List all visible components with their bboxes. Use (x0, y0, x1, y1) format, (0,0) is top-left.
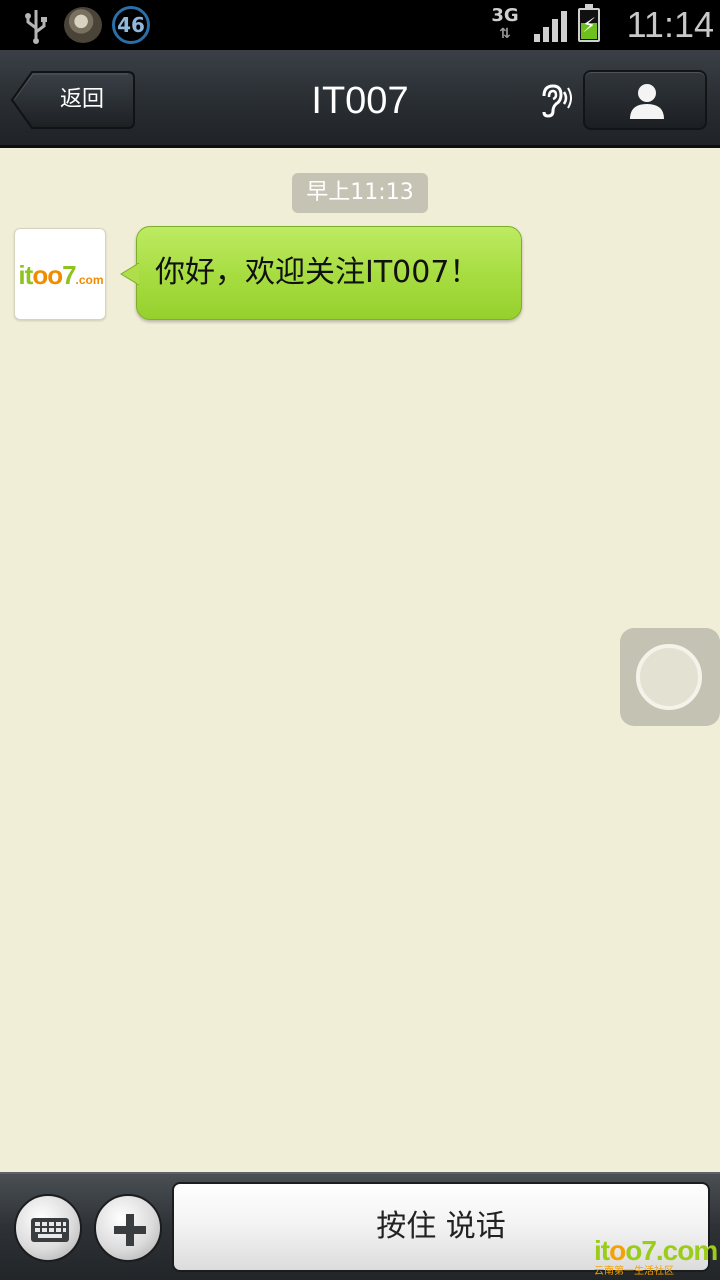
watermark-part-b: o (609, 1235, 626, 1266)
watermark-part-a: it (594, 1235, 610, 1266)
logo-part-com: .com (75, 273, 104, 287)
signal-icon (534, 11, 567, 42)
profile-button[interactable] (583, 70, 707, 130)
logo-part-oo: oo (32, 260, 63, 290)
more-options-button[interactable] (94, 1194, 162, 1262)
chat-area[interactable]: 早上11:13 itoo7.com 你好，欢迎关注IT007！ (0, 148, 720, 1172)
watermark-part-c: o7.com (625, 1235, 718, 1266)
logo-part-it: it (18, 260, 33, 290)
message-timestamp: 早上11:13 (292, 173, 428, 213)
person-icon (630, 84, 664, 119)
logo-part-7: 7 (62, 260, 77, 290)
message-bubble[interactable]: 你好，欢迎关注IT007！ (120, 226, 522, 320)
back-button[interactable]: 返回 (10, 70, 136, 130)
watermark-logo: itoo7.com 云南第一生活社区 (594, 1235, 718, 1278)
page-title: IT007 (311, 80, 409, 122)
bubble-tail (120, 263, 139, 285)
data-arrows-icon: ⇅ (499, 26, 511, 42)
ear-icon[interactable] (534, 82, 572, 120)
status-bar: 46 3G ⇅ ⚡ 11:14 (0, 0, 720, 50)
keyboard-toggle-button[interactable] (14, 1194, 82, 1262)
watermark-tagline: 云南第一生活社区 (594, 1266, 674, 1277)
status-time: 11:14 (626, 4, 714, 45)
watermark-text: itoo7.com (594, 1235, 718, 1266)
network-type-label: 3G (491, 5, 519, 26)
title-bar: 返回 IT007 (0, 50, 720, 148)
battery-charging-icon: ⚡ (578, 4, 600, 42)
message-text: 你好，欢迎关注IT007！ (155, 255, 480, 290)
app-notification-icon (64, 7, 102, 43)
plus-icon (114, 1214, 146, 1246)
network-3g-icon: 3G ⇅ (488, 6, 522, 46)
notification-badge: 46 (112, 6, 150, 44)
assistive-touch-ring (636, 644, 702, 710)
keyboard-icon (31, 1218, 69, 1242)
usb-icon (25, 10, 47, 44)
back-button-label: 返回 (59, 87, 104, 112)
charging-bolt-icon: ⚡ (581, 13, 597, 37)
sender-avatar[interactable]: itoo7.com (14, 228, 106, 320)
assistive-touch-button[interactable] (620, 628, 720, 726)
it007-logo: itoo7.com (15, 257, 105, 293)
